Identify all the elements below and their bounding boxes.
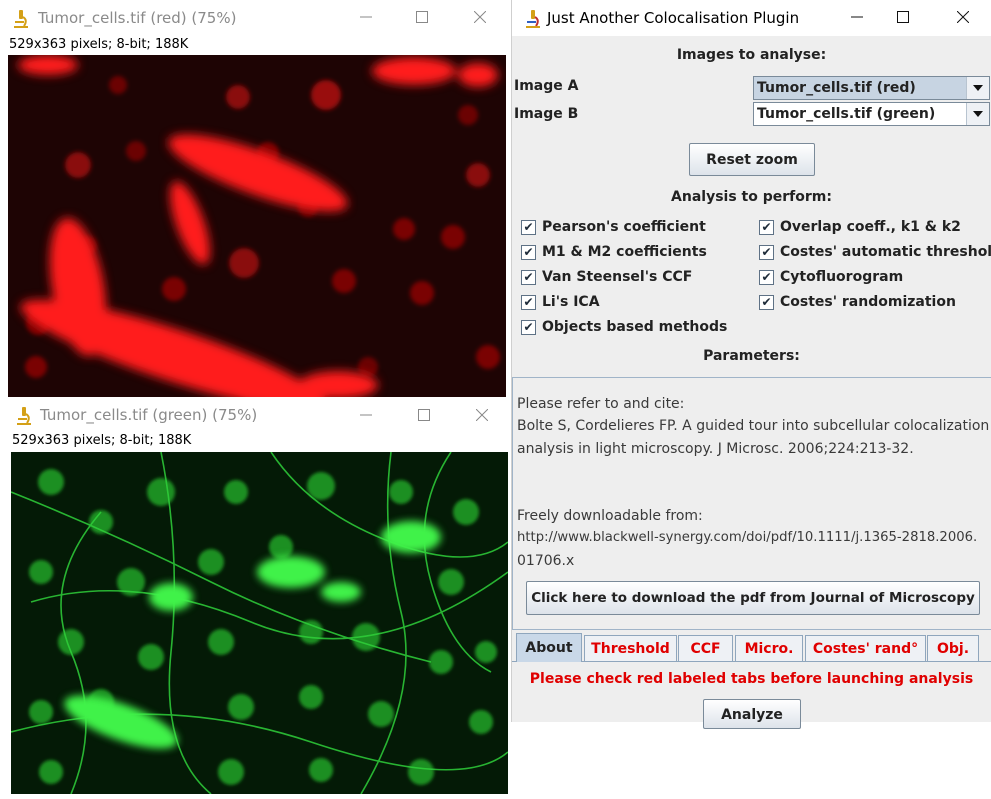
window-title: Tumor_cells.tif (green) (75%) (40, 406, 258, 424)
maximize-button[interactable] (399, 0, 445, 34)
minimize-button[interactable] (834, 0, 880, 34)
about-text-panel[interactable]: Please refer to and cite: Bolte S, Corde… (512, 377, 991, 630)
costes-randomization-checkbox[interactable]: ✔ Costes' randomization (759, 294, 956, 310)
download-pdf-button[interactable]: Click here to download the pdf from Jour… (526, 581, 980, 615)
checkbox-label: M1 & M2 coefficients (542, 244, 707, 260)
checkbox-label: Van Steensel's CCF (542, 269, 693, 285)
checkmark-icon: ✔ (521, 244, 536, 260)
maximize-icon (897, 11, 909, 23)
pearson-checkbox[interactable]: ✔ Pearson's coefficient (521, 219, 706, 235)
checkbox-label: Overlap coeff., k1 & k2 (780, 219, 961, 235)
window-title: Just Another Colocalisation Plugin (547, 9, 800, 27)
checkbox-label: Pearson's coefficient (542, 219, 706, 235)
minimize-icon (360, 16, 372, 18)
checkmark-icon: ✔ (521, 219, 536, 235)
window-title: Tumor_cells.tif (red) (75%) (38, 9, 237, 27)
plugin-titlebar[interactable]: Just Another Colocalisation Plugin (512, 0, 991, 36)
close-icon (957, 11, 969, 23)
close-icon (476, 409, 488, 421)
checkmark-icon: ✔ (521, 269, 536, 285)
image-a-value: Tumor_cells.tif (red) (757, 80, 916, 96)
overlap-checkbox[interactable]: ✔ Overlap coeff., k1 & k2 (759, 219, 961, 235)
image-a-label: Image A (514, 78, 579, 94)
microscope-icon (17, 407, 31, 425)
objects-based-checkbox[interactable]: ✔ Objects based methods (521, 319, 727, 335)
tab-ccf[interactable]: CCF (678, 635, 733, 661)
m1-m2-checkbox[interactable]: ✔ M1 & M2 coefficients (521, 244, 707, 260)
about-line: analysis in light microscopy. J Microsc.… (517, 441, 914, 457)
checkbox-label: Cytofluorogram (780, 269, 904, 285)
close-button[interactable] (457, 0, 503, 34)
colocalisation-plugin-window: Just Another Colocalisation Plugin Image… (511, 0, 991, 729)
about-line: Freely downloadable from: (517, 508, 703, 524)
checkmark-icon: ✔ (759, 294, 774, 310)
cytofluorogram-checkbox[interactable]: ✔ Cytofluorogram (759, 269, 903, 285)
red-image-window: Tumor_cells.tif (red) (75%) 529x363 pixe… (0, 0, 511, 398)
checkmark-icon: ✔ (759, 244, 774, 260)
image-info: 529x363 pixels; 8-bit; 188K (12, 433, 192, 448)
green-image-window: Tumor_cells.tif (green) (75%) 529x363 pi… (0, 398, 511, 799)
microscope-icon (14, 10, 28, 28)
minimize-button[interactable] (343, 398, 389, 432)
parameters-header: Parameters: (703, 348, 800, 364)
minimize-icon (851, 16, 863, 18)
van-steensel-ccf-checkbox[interactable]: ✔ Van Steensel's CCF (521, 269, 692, 285)
image-a-select[interactable]: Tumor_cells.tif (red) (753, 76, 990, 100)
green-window-titlebar[interactable]: Tumor_cells.tif (green) (75%) (0, 398, 511, 434)
minimize-button[interactable] (343, 0, 389, 34)
about-line: Please refer to and cite: (517, 396, 685, 412)
analyze-button[interactable]: Analyze (703, 699, 801, 729)
green-channel-image[interactable] (11, 452, 508, 794)
checkmark-icon: ✔ (759, 219, 774, 235)
about-line: Bolte S, Cordelieres FP. A guided tour i… (517, 418, 990, 434)
microscope-icon (526, 10, 540, 28)
checkbox-label: Objects based methods (542, 319, 728, 335)
costes-threshold-checkbox[interactable]: ✔ Costes' automatic threshold (759, 244, 991, 260)
image-info: 529x363 pixels; 8-bit; 188K (9, 37, 189, 52)
maximize-icon (418, 409, 430, 421)
close-button[interactable] (940, 0, 986, 34)
chevron-down-icon[interactable] (966, 77, 989, 99)
image-b-value: Tumor_cells.tif (green) (757, 106, 936, 122)
checkbox-label: Li's ICA (542, 294, 600, 310)
tab-costes-rand[interactable]: Costes' rand° (805, 635, 926, 661)
reset-zoom-button[interactable]: Reset zoom (689, 143, 815, 176)
analysis-header: Analysis to perform: (671, 189, 832, 205)
maximize-icon (416, 11, 428, 23)
minimize-icon (360, 414, 372, 416)
tab-about[interactable]: About (516, 633, 582, 662)
warning-message: Please check red labeled tabs before lau… (529, 671, 974, 687)
about-line: 01706.x (517, 553, 575, 569)
tab-threshold[interactable]: Threshold (584, 635, 677, 661)
maximize-button[interactable] (880, 0, 926, 34)
checkmark-icon: ✔ (521, 294, 536, 310)
image-b-label: Image B (514, 106, 579, 122)
close-button[interactable] (459, 398, 505, 432)
checkmark-icon: ✔ (521, 319, 536, 335)
red-channel-image[interactable] (8, 55, 506, 397)
red-window-titlebar[interactable]: Tumor_cells.tif (red) (75%) (0, 0, 511, 36)
tab-micro[interactable]: Micro. (735, 635, 803, 661)
li-ica-checkbox[interactable]: ✔ Li's ICA (521, 294, 600, 310)
maximize-button[interactable] (401, 398, 447, 432)
checkbox-label: Costes' automatic threshold (780, 244, 991, 260)
image-b-select[interactable]: Tumor_cells.tif (green) (753, 102, 990, 126)
images-header: Images to analyse: (676, 47, 827, 63)
chevron-down-icon[interactable] (966, 103, 989, 125)
checkmark-icon: ✔ (759, 269, 774, 285)
tab-obj[interactable]: Obj. (927, 635, 979, 661)
settings-tabs: About Threshold CCF Micro. Costes' rand°… (512, 633, 991, 662)
close-icon (474, 11, 486, 23)
about-line: http://www.blackwell-synergy.com/doi/pdf… (517, 530, 978, 545)
checkbox-label: Costes' randomization (780, 294, 956, 310)
